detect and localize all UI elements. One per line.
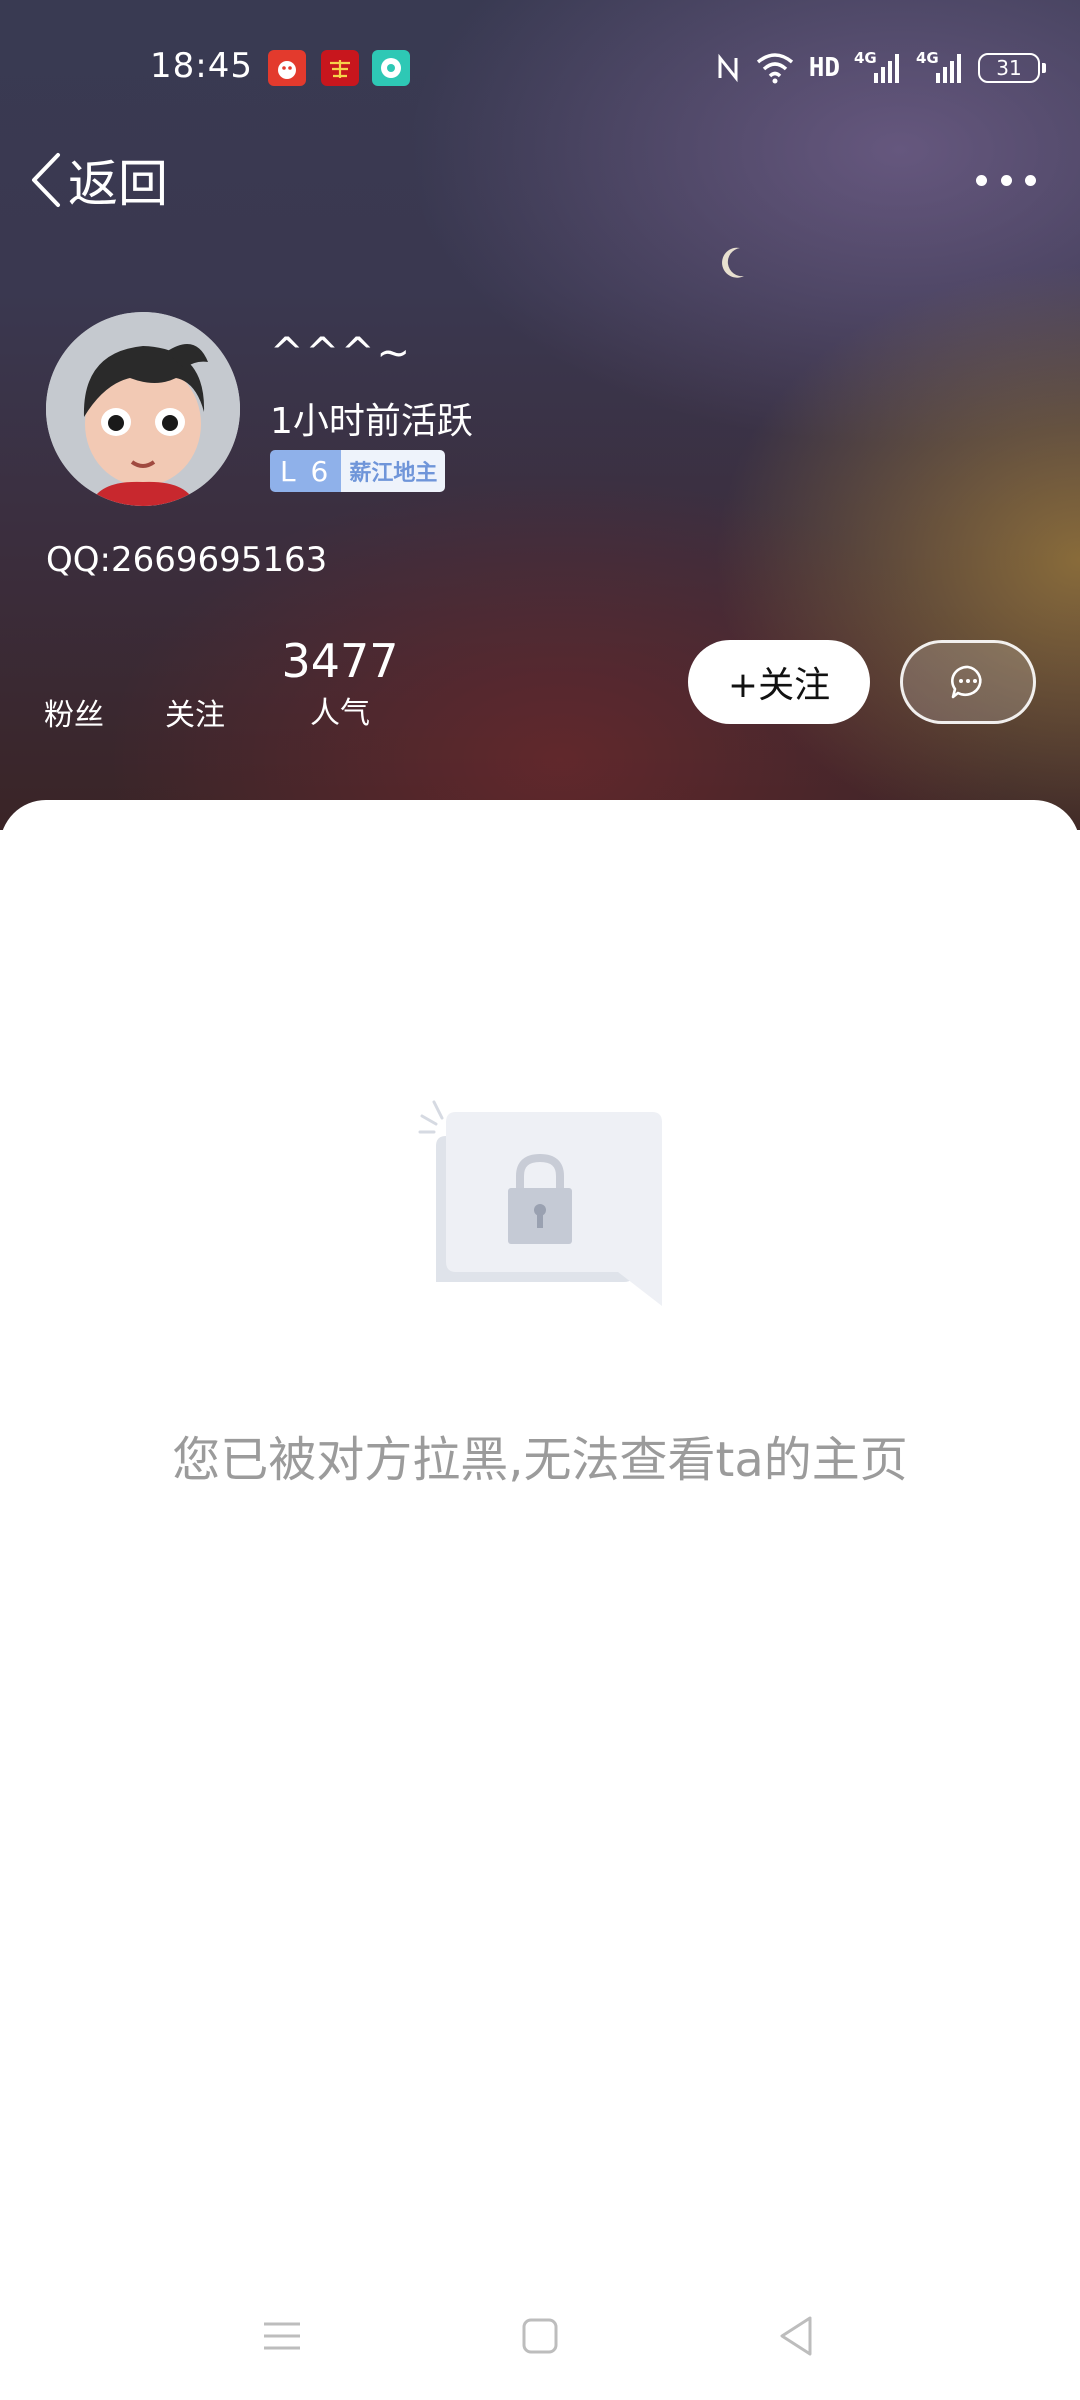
follow-button[interactable]: +关注 [688, 640, 870, 724]
qq-number: QQ:2669695163 [46, 540, 328, 580]
signal-icon: 4G [854, 49, 902, 85]
notification-music-icon [372, 50, 410, 86]
avatar[interactable] [46, 312, 240, 506]
menu-icon[interactable] [260, 2314, 304, 2358]
stat-popularity[interactable]: 3477 人气 [280, 634, 400, 732]
hd-label: HD [808, 53, 840, 83]
content-card [0, 800, 1080, 2400]
chevron-left-icon [32, 153, 60, 207]
back-button[interactable]: 返回 [28, 148, 168, 213]
wifi-icon [756, 53, 793, 84]
stat-popularity-value: 3477 [281, 634, 399, 688]
chat-button[interactable] [900, 640, 1036, 724]
stat-fans-label: 粉丝 [44, 698, 104, 733]
active-status: 1小时前活跃 [270, 401, 473, 442]
moon-decoration [722, 247, 744, 278]
system-nav-bar [0, 2300, 1080, 2370]
home-icon[interactable] [518, 2314, 562, 2358]
stat-fans[interactable]: 粉丝 [44, 690, 104, 734]
back-triangle-icon[interactable] [774, 2314, 818, 2358]
battery-level: 31 [996, 56, 1022, 80]
blocked-message: 您已被对方拉黑,无法查看ta的主页 [172, 1432, 908, 1488]
stat-popularity-label: 人气 [310, 696, 370, 731]
username: ^^^~ [270, 330, 413, 376]
nfc-icon [718, 53, 738, 83]
notification-app-icon [268, 50, 306, 86]
stat-following[interactable]: 关注 [164, 690, 226, 734]
lock-icon [418, 1100, 662, 1306]
stat-following-label: 关注 [165, 698, 225, 733]
level-badge[interactable]: L 6 薪江地主 [270, 450, 446, 492]
status-indicators: HD 4G 4G 31 [715, 48, 1046, 88]
status-time: 18:45 [150, 46, 253, 86]
level-title: 薪江地主 [341, 450, 446, 492]
signal-icon: 4G [916, 49, 964, 85]
back-label: 返回 [68, 155, 168, 213]
battery-icon: 31 [978, 53, 1046, 83]
more-icon[interactable] [976, 160, 1036, 200]
level-number: L 6 [270, 450, 342, 492]
notification-study-icon [321, 50, 359, 86]
chat-bubble-icon [951, 665, 982, 699]
